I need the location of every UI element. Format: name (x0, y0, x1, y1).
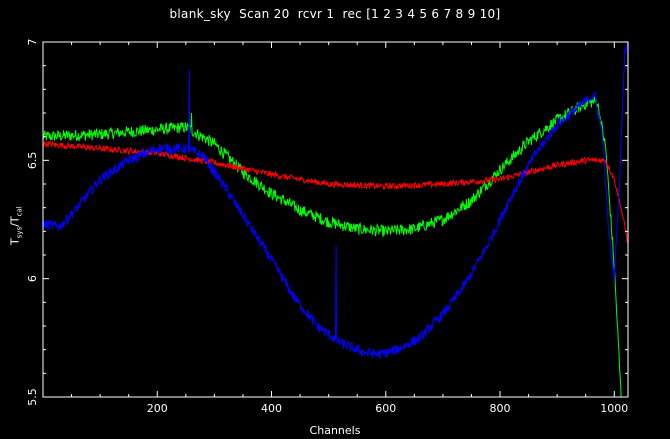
series-layer (42, 42, 629, 398)
x-tick-label: 1000 (600, 402, 628, 415)
plot-frame (42, 41, 629, 398)
y-tick-label: 5.5 (26, 388, 39, 406)
y-axis-label: Tsys/Tcal (8, 206, 24, 245)
series-line-3 (42, 42, 629, 360)
x-axis-label: Channels (309, 424, 361, 437)
x-tick-label: 800 (490, 402, 511, 415)
y-tick-label: 6 (26, 275, 39, 282)
x-tick-label: 200 (147, 402, 168, 415)
series-line-1 (42, 96, 622, 398)
x-tick-label: 600 (375, 402, 396, 415)
y-tick-label: 7 (26, 39, 39, 46)
plot-area: 200 400 600 800 1000 5.5 6 6.5 7 (26, 39, 629, 415)
y-tick-label: 6.5 (26, 152, 39, 170)
x-tick-label: 400 (261, 402, 282, 415)
